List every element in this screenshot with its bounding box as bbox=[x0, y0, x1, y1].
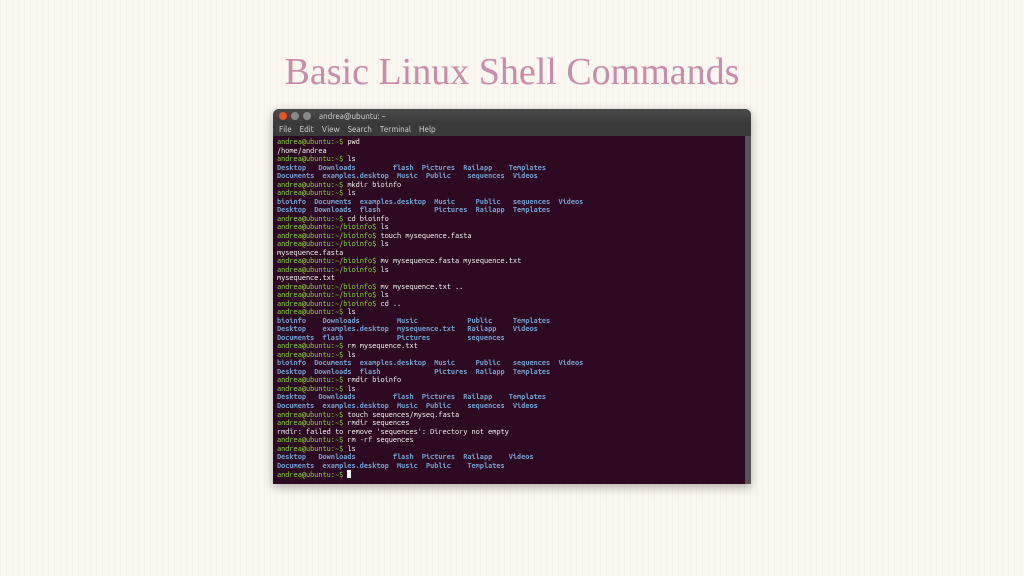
menu-edit[interactable]: Edit bbox=[300, 125, 314, 134]
term-line: andrea@ubuntu:~$ rmdir sequences bbox=[277, 419, 747, 428]
term-line: andrea@ubuntu:~$ ls bbox=[277, 385, 747, 394]
term-line: andrea@ubuntu:~$ ls bbox=[277, 308, 747, 317]
minimize-icon[interactable] bbox=[291, 112, 299, 120]
menu-file[interactable]: File bbox=[279, 125, 292, 134]
term-line: andrea@ubuntu:~/bioinfo$ mv mysequence.t… bbox=[277, 283, 747, 292]
term-line: andrea@ubuntu:~$ cd bioinfo bbox=[277, 215, 747, 224]
term-line: bioinfo Documents examples.desktop Music… bbox=[277, 198, 747, 207]
term-line: andrea@ubuntu:~$ rmdir bioinfo bbox=[277, 376, 747, 385]
term-line: andrea@ubuntu:~$ ls bbox=[277, 189, 747, 198]
term-line: Desktop Downloads flash Pictures Railapp… bbox=[277, 368, 747, 377]
term-line: Desktop Downloads flash Pictures Railapp… bbox=[277, 164, 747, 173]
term-line: Desktop Downloads flash Pictures Railapp… bbox=[277, 206, 747, 215]
term-line: /home/andrea bbox=[277, 147, 747, 156]
menu-search[interactable]: Search bbox=[348, 125, 372, 134]
term-line: andrea@ubuntu:~/bioinfo$ ls bbox=[277, 223, 747, 232]
term-line: andrea@ubuntu:~/bioinfo$ cd .. bbox=[277, 300, 747, 309]
term-line: andrea@ubuntu:~$ ls bbox=[277, 155, 747, 164]
scrollbar[interactable] bbox=[745, 136, 751, 484]
term-line: andrea@ubuntu:~$ ls bbox=[277, 351, 747, 360]
term-line: andrea@ubuntu:~/bioinfo$ touch mysequenc… bbox=[277, 232, 747, 241]
menu-view[interactable]: View bbox=[322, 125, 340, 134]
term-line: andrea@ubuntu:~/bioinfo$ ls bbox=[277, 291, 747, 300]
term-line: mysequence.fasta bbox=[277, 249, 747, 258]
term-line: andrea@ubuntu:~$ rm mysequence.txt bbox=[277, 342, 747, 351]
term-line: andrea@ubuntu:~$ bbox=[277, 470, 747, 480]
term-line: andrea@ubuntu:~/bioinfo$ ls bbox=[277, 240, 747, 249]
term-line: andrea@ubuntu:~$ touch sequences/myseq.f… bbox=[277, 411, 747, 420]
menu-help[interactable]: Help bbox=[419, 125, 436, 134]
term-line: Desktop Downloads flash Pictures Railapp… bbox=[277, 393, 747, 402]
term-line: Documents examples.desktop Music Public … bbox=[277, 462, 747, 471]
term-line: mysequence.txt bbox=[277, 274, 747, 283]
terminal-window: andrea@ubuntu: ~ File Edit View Search T… bbox=[273, 109, 751, 484]
term-line: Documents examples.desktop Music Public … bbox=[277, 172, 747, 181]
term-line: rmdir: failed to remove 'sequences': Dir… bbox=[277, 428, 747, 437]
menu-terminal[interactable]: Terminal bbox=[380, 125, 411, 134]
terminal-body[interactable]: andrea@ubuntu:~$ pwd /home/andrea andrea… bbox=[273, 136, 751, 484]
term-line: andrea@ubuntu:~$ pwd bbox=[277, 138, 747, 147]
term-line: bioinfo Downloads Music Public Templates bbox=[277, 317, 747, 326]
term-line: Desktop Downloads flash Pictures Railapp… bbox=[277, 453, 747, 462]
titlebar: andrea@ubuntu: ~ bbox=[273, 109, 751, 123]
term-line: bioinfo Documents examples.desktop Music… bbox=[277, 359, 747, 368]
close-icon[interactable] bbox=[279, 112, 287, 120]
cursor-icon bbox=[347, 470, 351, 478]
term-line: andrea@ubuntu:~/bioinfo$ ls bbox=[277, 266, 747, 275]
window-title: andrea@ubuntu: ~ bbox=[319, 112, 386, 121]
term-line: Desktop examples.desktop mysequence.txt … bbox=[277, 325, 747, 334]
term-line: andrea@ubuntu:~$ ls bbox=[277, 445, 747, 454]
term-line: andrea@ubuntu:~$ rm -rf sequences bbox=[277, 436, 747, 445]
menubar: File Edit View Search Terminal Help bbox=[273, 123, 751, 136]
maximize-icon[interactable] bbox=[303, 112, 311, 120]
slide-title: Basic Linux Shell Commands bbox=[0, 0, 1024, 109]
term-line: andrea@ubuntu:~$ mkdir bioinfo bbox=[277, 181, 747, 190]
term-line: Documents examples.desktop Music Public … bbox=[277, 402, 747, 411]
term-line: andrea@ubuntu:~/bioinfo$ mv mysequence.f… bbox=[277, 257, 747, 266]
term-line: Documents flash Pictures sequences bbox=[277, 334, 747, 343]
